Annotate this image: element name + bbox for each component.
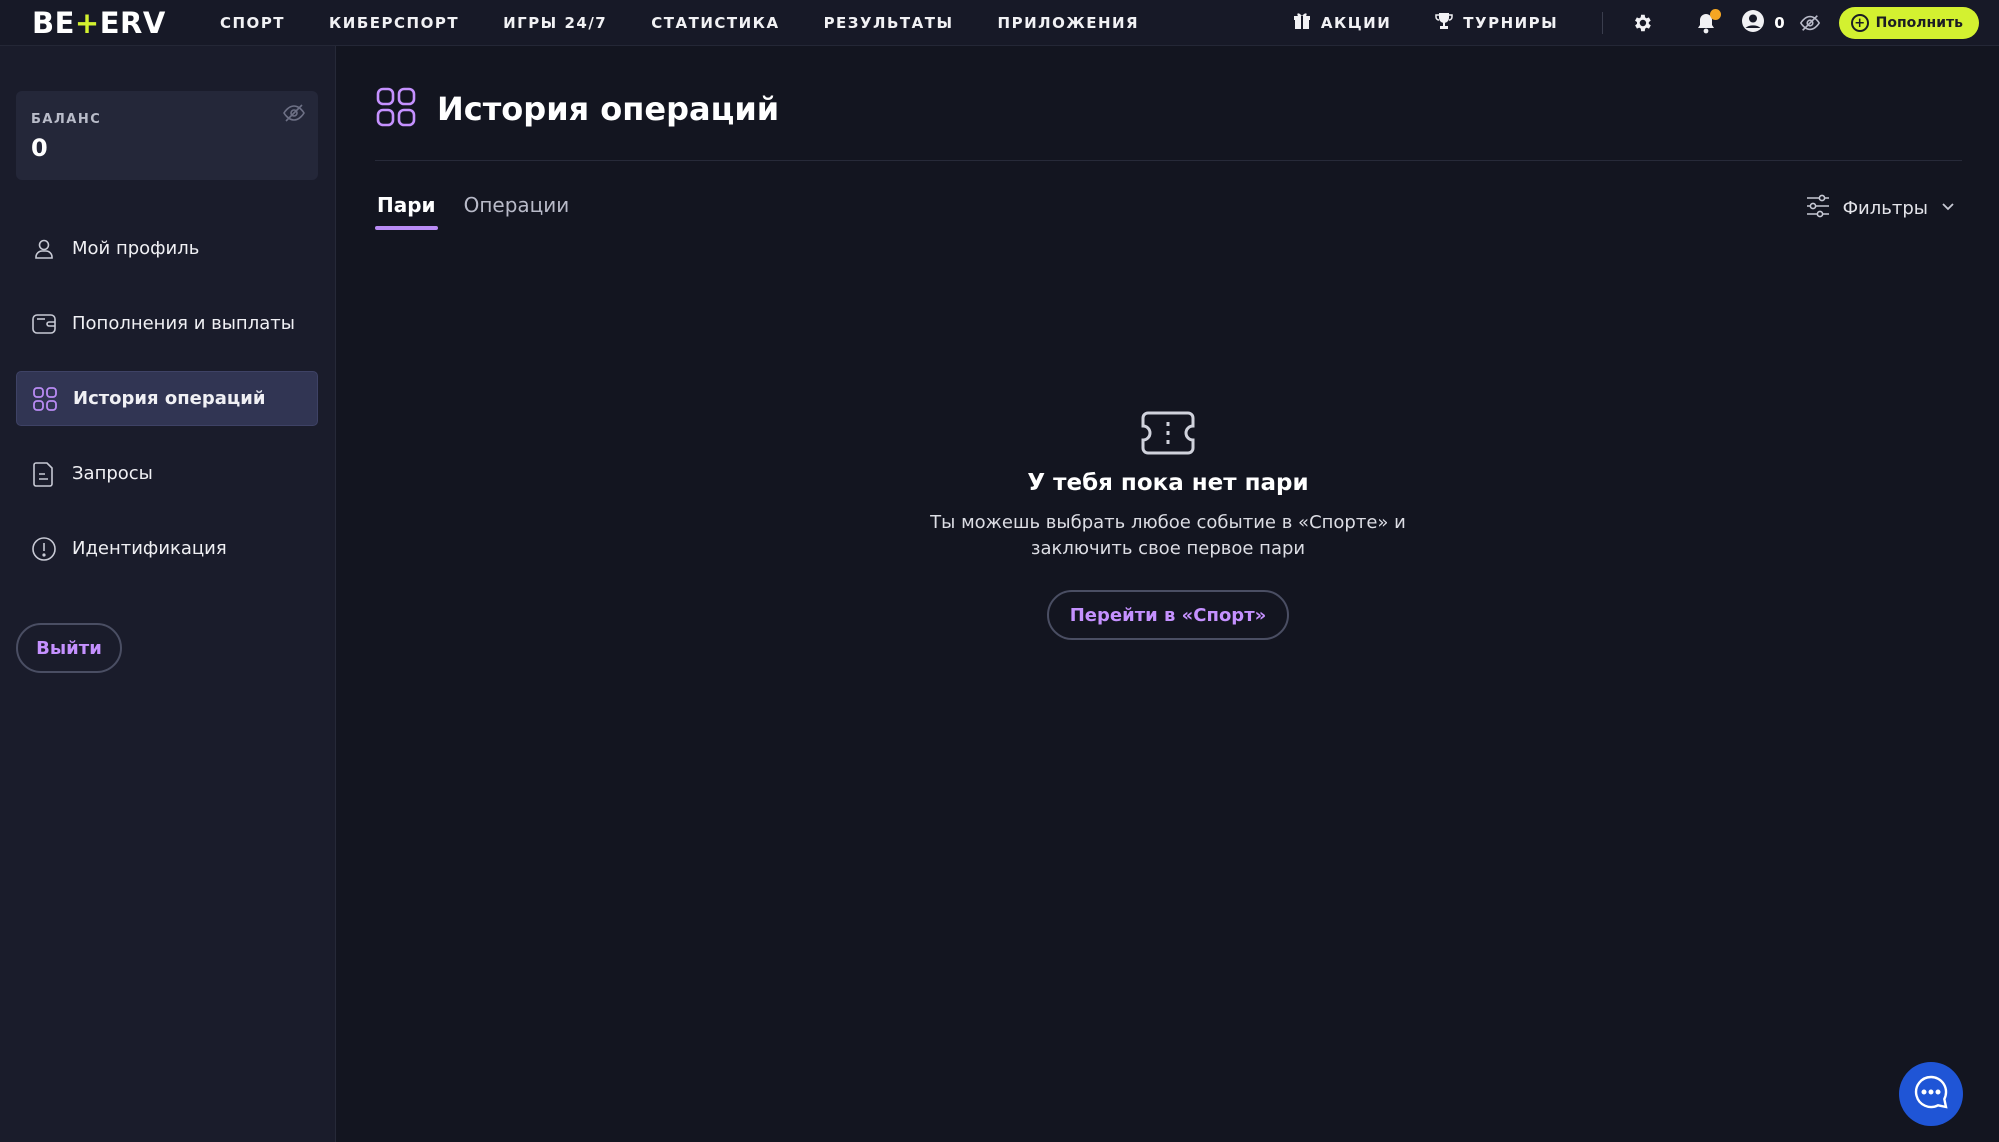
tournaments-label: ТУРНИРЫ	[1463, 14, 1559, 32]
header-divider	[375, 160, 1962, 161]
filters-dropdown[interactable]: Фильтры	[1805, 193, 1956, 224]
empty-title: У тебя пока нет пари	[1027, 470, 1309, 496]
eye-off-icon[interactable]	[1799, 12, 1821, 34]
wallet-icon	[30, 310, 58, 338]
account-balance: 0	[1774, 14, 1785, 32]
page-title: История операций	[437, 90, 780, 128]
logout-button[interactable]: Выйти	[16, 623, 122, 673]
promotions-label: АКЦИИ	[1320, 14, 1392, 32]
sidebar-item-label: Пополнения и выплаты	[72, 313, 295, 334]
top-bar: BE + ERV СПОРТ КИБЕРСПОРТ ИГРЫ 24/7 СТАТИС…	[0, 0, 1999, 46]
grid-icon	[375, 86, 417, 132]
user-circle-icon	[1741, 9, 1765, 37]
chat-button[interactable]	[1899, 1062, 1963, 1126]
sidebar-item-label: Запросы	[72, 463, 153, 484]
filters-label: Фильтры	[1842, 198, 1928, 219]
plus-icon: +	[1850, 14, 1869, 32]
nav-item-esports[interactable]: КИБЕРСПОРТ	[329, 14, 459, 32]
nav-item-results[interactable]: РЕЗУЛЬТАТЫ	[824, 14, 954, 32]
sidebar-item-label: Мой профиль	[72, 238, 200, 259]
sidebar-item-payments[interactable]: Пополнения и выплаты	[16, 296, 318, 351]
user-icon	[30, 235, 58, 263]
alert-circle-icon	[30, 535, 58, 563]
sidebar-item-profile[interactable]: Мой профиль	[16, 221, 318, 276]
sliders-icon	[1805, 193, 1831, 224]
tournaments-link[interactable]: ТУРНИРЫ	[1435, 12, 1558, 34]
bell-icon[interactable]	[1695, 9, 1722, 34]
nav-item-apps[interactable]: ПРИЛОЖЕНИЯ	[998, 14, 1140, 32]
sidebar-menu: Мой профиль Пополнения и выплаты История…	[16, 221, 318, 596]
tab-operations[interactable]: Операции	[462, 190, 572, 229]
empty-text-line: заключить свое первое пари	[1030, 538, 1306, 559]
ticket-icon	[1140, 410, 1196, 456]
go-to-sport-button[interactable]: Перейти в «Спорт»	[1046, 590, 1290, 640]
promotions-link[interactable]: АКЦИИ	[1293, 12, 1391, 34]
document-icon	[30, 460, 58, 488]
notification-dot	[1710, 9, 1722, 20]
empty-text-line: Ты можешь выбрать любое событие в «Спорт…	[930, 512, 1406, 533]
brand-logo[interactable]: BE + ERV	[32, 6, 166, 40]
gift-icon	[1293, 12, 1311, 34]
balance-label: БАЛАНС	[31, 112, 102, 127]
nav-item-sport[interactable]: СПОРТ	[220, 14, 285, 32]
tab-bets[interactable]: Пари	[375, 190, 438, 230]
top-right-controls: АКЦИИ ТУРНИРЫ 0 + Пополнить	[1293, 0, 1979, 46]
chevron-down-icon	[1940, 198, 1956, 219]
nav-item-statistics[interactable]: СТАТИСТИКА	[651, 14, 779, 32]
page-header: История операций	[375, 86, 779, 132]
main-nav: СПОРТ КИБЕРСПОРТ ИГРЫ 24/7 СТАТИСТИКА РЕ…	[220, 0, 1183, 46]
gear-icon[interactable]	[1631, 12, 1653, 34]
sidebar-item-label: Идентификация	[72, 538, 227, 559]
sidebar: БАЛАНС 0 Мой профиль Пополнения и выплат…	[0, 46, 336, 1142]
trophy-icon	[1435, 12, 1454, 34]
grid-icon	[31, 385, 59, 413]
sidebar-item-label: История операций	[73, 388, 266, 409]
deposit-label: Пополнить	[1875, 15, 1963, 31]
balance-card: БАЛАНС 0	[16, 91, 318, 180]
sidebar-item-identification[interactable]: Идентификация	[16, 521, 318, 576]
history-tabs: Пари Операции	[375, 190, 572, 230]
sidebar-item-requests[interactable]: Запросы	[16, 446, 318, 501]
eye-off-icon[interactable]	[282, 101, 306, 125]
account-menu[interactable]: 0	[1741, 9, 1785, 37]
chat-icon	[1913, 1074, 1949, 1114]
header-divider	[1602, 12, 1604, 34]
empty-state: У тебя пока нет пари Ты можешь выбрать л…	[868, 410, 1468, 640]
empty-description: Ты можешь выбрать любое событие в «Спорт…	[868, 510, 1468, 562]
balance-value: 0	[31, 134, 48, 162]
nav-item-games[interactable]: ИГРЫ 24/7	[503, 14, 607, 32]
deposit-button[interactable]: + Пополнить	[1838, 7, 1979, 39]
sidebar-item-history[interactable]: История операций	[16, 371, 318, 426]
